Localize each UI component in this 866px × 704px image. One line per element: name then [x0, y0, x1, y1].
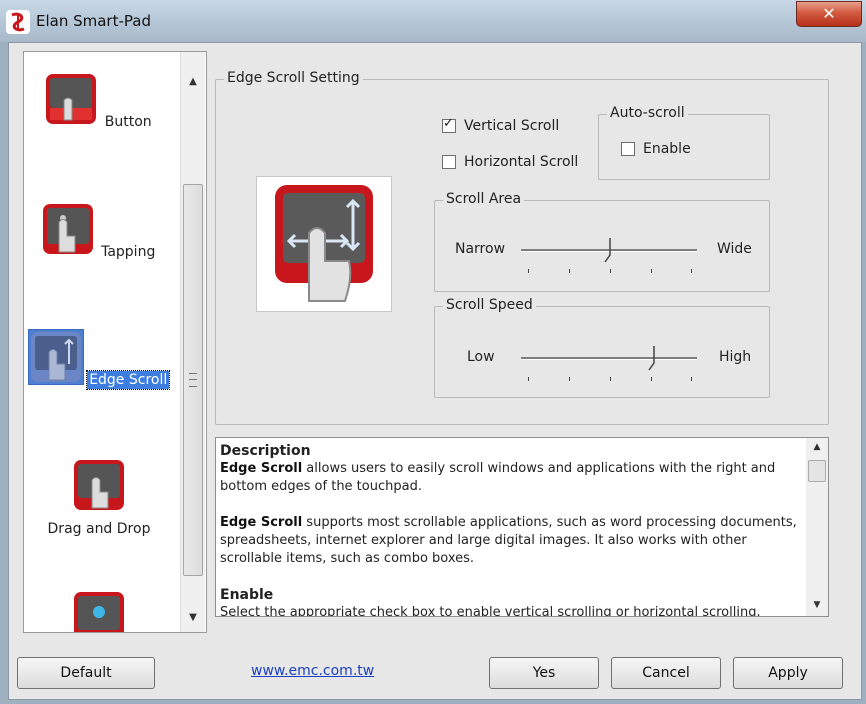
slider-tick — [610, 269, 611, 273]
close-button[interactable]: ✕ — [796, 1, 862, 27]
scrollbar-thumb[interactable] — [808, 460, 826, 482]
scrollbar-thumb[interactable] — [183, 184, 203, 576]
slider-tick — [610, 377, 611, 381]
button-touchpad-icon — [46, 74, 97, 124]
paragraph-text: allows users to easily scroll windows an… — [220, 461, 776, 494]
feature-sidebar: Button Tapping Edge Scroll Drag and Drop… — [23, 51, 207, 633]
description-paragraph: Edge Scroll allows users to easily scrol… — [220, 460, 800, 496]
slider-tick — [651, 377, 652, 381]
slider-tick — [651, 269, 652, 273]
horizontal-scroll-checkbox[interactable]: Horizontal Scroll — [442, 154, 578, 170]
slider-max-label: High — [719, 349, 752, 365]
auto-scroll-enable-checkbox[interactable]: Enable — [621, 141, 691, 157]
horizontal-scroll-label: Horizontal Scroll — [464, 154, 579, 170]
sidebar-item-tapping[interactable]: Tapping — [24, 202, 174, 261]
close-icon: ✕ — [822, 4, 836, 23]
description-text: Description Edge Scroll allows users to … — [220, 442, 800, 617]
scroll-down-icon[interactable]: ▼ — [181, 608, 205, 628]
slider-tick — [691, 377, 692, 381]
scroll-speed-slider-thumb[interactable] — [647, 345, 661, 371]
window-title: Elan Smart-Pad — [36, 12, 151, 30]
auto-scroll-enable-label: Enable — [643, 141, 691, 157]
sidebar-item-label: Tapping — [101, 244, 156, 260]
cancel-button[interactable]: Cancel — [611, 657, 721, 689]
sidebar-scrollbar[interactable]: ▲ ▼ — [180, 52, 205, 632]
sidebar-item-label: Edge Scroll — [86, 370, 171, 390]
sidebar-item-button[interactable]: Button — [24, 72, 174, 131]
feature-name: Edge Scroll — [220, 461, 303, 476]
slider-tick — [569, 377, 570, 381]
slider-max-label: Wide — [717, 241, 752, 257]
scroll-speed-title: Scroll Speed — [443, 297, 536, 313]
slider-tick — [691, 269, 692, 273]
scroll-area-title: Scroll Area — [443, 191, 525, 207]
feature-name: Edge Scroll — [220, 515, 303, 530]
slider-tick — [528, 269, 529, 273]
slider-tick — [528, 377, 529, 381]
edge-scroll-touchpad-icon — [27, 329, 84, 385]
dialog-body: Button Tapping Edge Scroll Drag and Drop… — [8, 42, 862, 700]
checkbox-checked-icon[interactable] — [442, 116, 456, 133]
sidebar-item-label: Button — [104, 114, 152, 130]
slider-min-label: Narrow — [455, 241, 506, 257]
apply-button[interactable]: Apply — [733, 657, 843, 689]
description-heading: Description — [220, 443, 311, 459]
website-link[interactable]: www.emc.com.tw — [251, 663, 374, 679]
touchpad-icon — [74, 592, 124, 632]
edge-scroll-setting-group: Edge Scroll Setting Vertical Scroll Hori… — [215, 70, 829, 425]
paragraph-text: Select the appropriate check box to enab… — [220, 605, 761, 617]
group-title: Edge Scroll Setting — [224, 70, 363, 86]
paragraph-text: supports most scrollable applications, s… — [220, 515, 797, 566]
sidebar-item-label: Drag and Drop — [47, 521, 151, 537]
auto-scroll-group: Auto-scroll Enable — [598, 105, 770, 180]
checkbox-unchecked-icon[interactable] — [621, 142, 635, 156]
sidebar-item-edge-scroll[interactable]: Edge Scroll — [24, 329, 174, 390]
slider-tick — [569, 269, 570, 273]
auto-scroll-title: Auto-scroll — [607, 105, 688, 121]
edge-scroll-preview-icon — [256, 176, 392, 312]
default-button[interactable]: Default — [17, 657, 155, 689]
yes-button[interactable]: Yes — [489, 657, 599, 689]
grip-icon — [189, 373, 197, 387]
title-bar: Elan Smart-Pad ✕ — [0, 0, 866, 42]
scroll-up-icon[interactable]: ▲ — [181, 72, 205, 92]
scroll-area-group: Scroll Area Narrow Wide — [434, 191, 770, 292]
tapping-touchpad-icon — [42, 204, 93, 254]
scroll-speed-group: Scroll Speed Low High — [434, 297, 770, 398]
scroll-down-icon[interactable]: ▼ — [806, 596, 828, 614]
scroll-area-slider-thumb[interactable] — [603, 237, 617, 263]
drag-drop-touchpad-icon — [74, 460, 124, 510]
elan-logo-icon — [6, 10, 30, 34]
vertical-scroll-checkbox[interactable]: Vertical Scroll — [442, 116, 560, 134]
vertical-scroll-label: Vertical Scroll — [464, 118, 560, 134]
scroll-speed-slider-track[interactable] — [521, 357, 697, 360]
description-panel[interactable]: Description Edge Scroll allows users to … — [215, 437, 829, 617]
slider-min-label: Low — [467, 349, 495, 365]
sidebar-item-drag-and-drop[interactable]: Drag and Drop — [24, 458, 174, 538]
enable-heading: Enable — [220, 587, 274, 603]
scroll-up-icon[interactable]: ▲ — [806, 438, 828, 456]
sidebar-item-more[interactable] — [24, 590, 174, 632]
description-scrollbar[interactable]: ▲ ▼ — [806, 438, 828, 616]
description-paragraph: Edge Scroll supports most scrollable app… — [220, 514, 800, 568]
checkbox-unchecked-icon[interactable] — [442, 155, 456, 169]
